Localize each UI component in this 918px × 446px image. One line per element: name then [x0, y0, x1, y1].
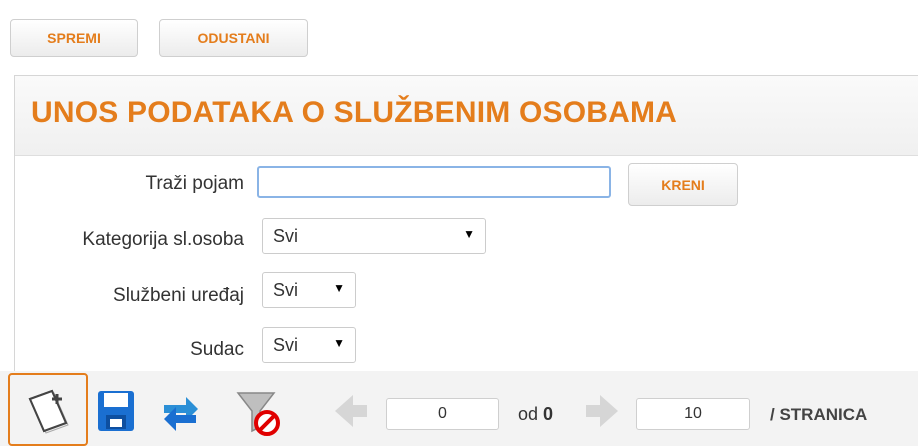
chevron-down-icon: ▼ — [333, 336, 345, 350]
judge-label: Sudac — [190, 339, 244, 360]
chevron-down-icon: ▼ — [333, 281, 345, 295]
category-select-value: Svi — [273, 226, 299, 246]
save-icon[interactable] — [96, 389, 136, 433]
per-page-value: 10 — [684, 405, 702, 422]
panel-header: UNOS PODATAKA O SLUŽBENIM OSOBAMA — [15, 76, 918, 156]
page-title: UNOS PODATAKA O SLUŽBENIM OSOBAMA — [31, 96, 678, 129]
of-label: od — [518, 404, 539, 424]
office-select-value: Svi — [273, 280, 299, 300]
chevron-down-icon: ▼ — [463, 227, 475, 241]
cancel-button-label: ODUSTANI — [197, 30, 270, 46]
page-current-input[interactable]: 0 — [386, 398, 499, 430]
per-page-label: / STRANICA — [770, 405, 868, 424]
category-select[interactable]: Svi ▼ — [262, 218, 486, 254]
clear-filter-icon[interactable] — [234, 387, 282, 437]
new-record-button[interactable] — [8, 373, 88, 446]
search-input[interactable] — [257, 166, 611, 198]
office-select[interactable]: Svi ▼ — [262, 272, 356, 308]
search-label: Traži pojam — [145, 173, 244, 194]
save-button-label: SPREMI — [47, 30, 101, 46]
cancel-button[interactable]: ODUSTANI — [159, 19, 308, 57]
office-label: Službeni uređaj — [113, 285, 244, 306]
save-button[interactable]: SPREMI — [10, 19, 138, 57]
judge-select-value: Svi — [273, 335, 299, 355]
next-page-icon[interactable] — [582, 391, 622, 431]
new-record-icon — [28, 389, 69, 434]
per-page-input[interactable]: 10 — [636, 398, 750, 430]
category-label: Kategorija sl.osoba — [82, 229, 244, 250]
search-go-button[interactable]: KRENI — [628, 163, 738, 206]
toolbar: 0 od 0 10 / STRANICA — [0, 371, 918, 446]
judge-select[interactable]: Svi ▼ — [262, 327, 356, 363]
refresh-icon[interactable] — [158, 391, 202, 431]
prev-page-icon[interactable] — [331, 391, 371, 431]
page-total: 0 — [543, 404, 554, 424]
search-go-label: KRENI — [661, 176, 705, 193]
page-current-value: 0 — [438, 405, 447, 422]
page-of-text: od 0 — [518, 404, 553, 425]
